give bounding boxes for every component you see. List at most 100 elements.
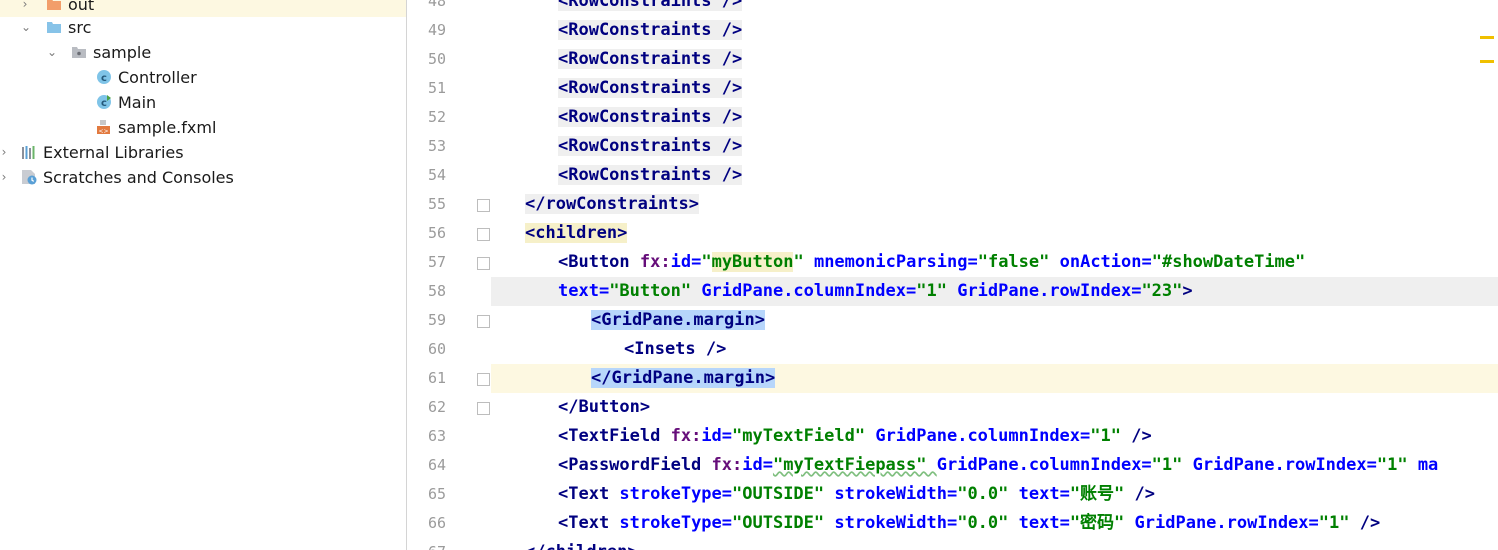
tree-item-label: sample.fxml <box>118 118 217 137</box>
chevron-right-icon[interactable]: › <box>0 140 13 165</box>
chevron-down-icon[interactable]: ⌄ <box>17 15 35 40</box>
code-token: /> <box>1131 426 1152 446</box>
code-line[interactable]: <Text strokeType="OUTSIDE" strokeWidth="… <box>558 509 1380 538</box>
code-line[interactable]: <RowConstraints /> <box>558 161 743 190</box>
folder-orange-icon <box>47 0 61 10</box>
line-number: 50 <box>427 50 447 68</box>
code-line[interactable]: <RowConstraints /> <box>558 103 743 132</box>
code-token: <RowConstraints /> <box>558 0 743 11</box>
fold-marker-icon[interactable] <box>477 199 490 212</box>
code-token: <Insets /> <box>624 339 727 359</box>
chevron-down-icon[interactable]: ⌄ <box>43 40 61 65</box>
code-token: GridPane.columnIndex= <box>875 426 1091 446</box>
code-token: /> <box>1134 484 1156 504</box>
code-line[interactable]: <RowConstraints /> <box>558 74 743 103</box>
code-token: "1" <box>1151 455 1193 475</box>
code-token: </GridPane.margin> <box>591 368 776 388</box>
code-line[interactable]: <Button fx:id="myButton" mnemonicParsing… <box>558 248 1305 277</box>
fxml-file-icon: <> <box>97 120 110 135</box>
code-token: <RowConstraints /> <box>558 107 743 127</box>
code-token: "1" <box>1318 513 1360 533</box>
code-token: id= <box>742 455 773 475</box>
code-token: GridPane.columnIndex= <box>936 455 1152 475</box>
code-token: <PasswordField <box>558 455 712 475</box>
code-token: <children> <box>525 223 628 243</box>
code-token: "OUTSIDE" <box>732 513 835 533</box>
code-token: "密码" <box>1069 513 1135 533</box>
line-number: 57 <box>427 253 447 271</box>
code-line[interactable]: <TextField fx:id="myTextField" GridPane.… <box>558 422 1152 451</box>
line-number: 67 <box>407 538 467 550</box>
code-token: /> <box>1359 513 1381 533</box>
code-line[interactable]: </children> <box>525 538 638 550</box>
code-line[interactable]: <RowConstraints /> <box>558 132 743 161</box>
code-token: strokeType= <box>619 513 733 533</box>
code-line[interactable]: <PasswordField fx:id="myTextFiepass" Gri… <box>558 451 1438 480</box>
svg-text:<>: <> <box>98 128 108 135</box>
code-line[interactable]: <RowConstraints /> <box>558 16 743 45</box>
code-token: GridPane.columnIndex= <box>701 281 917 301</box>
fold-marker-icon[interactable] <box>477 257 490 270</box>
tree-item-label: Main <box>118 93 157 112</box>
code-token: strokeType= <box>619 484 733 504</box>
code-line[interactable]: <GridPane.margin> <box>591 306 765 335</box>
line-number: 54 <box>427 166 447 184</box>
fold-marker-icon[interactable] <box>477 373 490 386</box>
code-token: "1" <box>916 281 958 301</box>
code-token: fx: <box>639 252 671 272</box>
line-number: 58 <box>427 282 447 300</box>
svg-text:c: c <box>101 73 107 84</box>
code-line[interactable]: </GridPane.margin> <box>591 364 776 393</box>
code-token: "myTextFiepass" <box>772 455 937 475</box>
tree-item-label: sample <box>93 43 152 62</box>
code-token: </children> <box>525 542 638 550</box>
line-number: 61 <box>427 369 447 387</box>
line-number: 60 <box>427 340 447 358</box>
code-token: <Text <box>558 484 620 504</box>
code-line[interactable]: <RowConstraints /> <box>558 0 743 16</box>
code-token: GridPane.rowIndex= <box>957 281 1142 301</box>
code-token: strokeWidth= <box>834 513 958 533</box>
code-token: <TextField <box>558 426 671 446</box>
code-token: strokeWidth= <box>834 484 958 504</box>
line-number: 63 <box>427 427 447 445</box>
fold-marker-icon[interactable] <box>477 315 490 328</box>
code-line[interactable]: <RowConstraints /> <box>558 45 743 74</box>
code-editor[interactable]: 48 <RowConstraints /> 49 <RowConstraints />… <box>407 0 1498 550</box>
fold-marker-icon[interactable] <box>477 402 490 415</box>
code-token: myButton <box>711 252 794 272</box>
class-icon: c <box>97 70 111 84</box>
code-token: > <box>1182 281 1193 301</box>
code-token: fx: <box>711 455 743 475</box>
code-token: id= <box>701 426 733 446</box>
error-stripe-marker[interactable] <box>1480 36 1494 39</box>
scratches-icon <box>22 170 37 185</box>
code-line[interactable]: <children> <box>525 219 628 248</box>
tree-item-label: src <box>68 18 92 37</box>
code-line[interactable]: <Text strokeType="OUTSIDE" strokeWidth="… <box>558 480 1155 509</box>
code-token: ma <box>1417 455 1439 475</box>
code-token: <RowConstraints /> <box>558 136 743 156</box>
code-token: <RowConstraints /> <box>558 78 743 98</box>
code-line[interactable]: text="Button" GridPane.columnIndex="1" G… <box>558 277 1193 306</box>
code-token: GridPane.rowIndex= <box>1192 455 1377 475</box>
code-line[interactable]: </Button> <box>558 393 650 422</box>
code-line[interactable]: </rowConstraints> <box>525 190 699 219</box>
error-stripe-marker[interactable] <box>1480 60 1494 63</box>
package-icon <box>72 47 86 58</box>
code-line[interactable]: <Insets /> <box>624 335 726 364</box>
line-number: 53 <box>427 137 447 155</box>
code-token: onAction= <box>1059 252 1152 272</box>
fold-marker-icon[interactable] <box>477 228 490 241</box>
code-token: <GridPane.margin> <box>591 310 765 330</box>
code-token: <RowConstraints /> <box>558 165 743 185</box>
line-number: 59 <box>427 311 447 329</box>
code-token: "0.0" <box>957 513 1019 533</box>
code-token: "Button" <box>609 281 702 301</box>
code-token: "#showDateTime" <box>1151 252 1306 272</box>
line-number: 52 <box>427 108 447 126</box>
tree-item-out[interactable]: › out <box>0 0 406 17</box>
code-token: <Button <box>558 252 640 272</box>
chevron-right-icon[interactable]: › <box>0 165 13 190</box>
code-token: "1" <box>1376 455 1418 475</box>
